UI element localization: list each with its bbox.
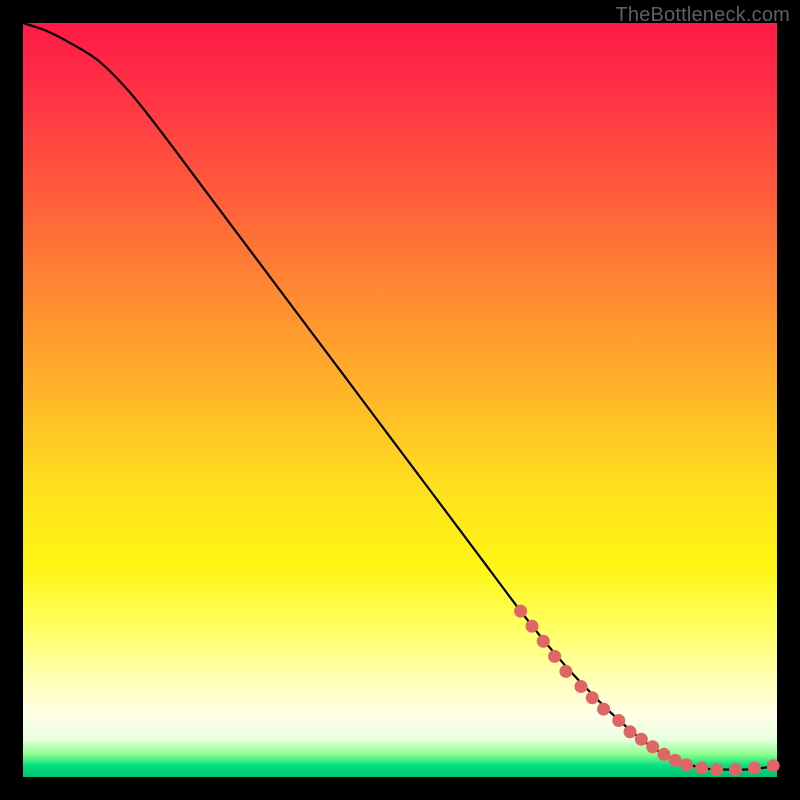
- chart-marker: [624, 725, 637, 738]
- chart-marker: [729, 763, 742, 776]
- chart-marker: [710, 763, 723, 776]
- chart-marker: [612, 714, 625, 727]
- chart-marker: [748, 762, 761, 775]
- chart-markers: [514, 605, 780, 776]
- chart-marker: [680, 758, 693, 771]
- chart-marker: [586, 691, 599, 704]
- chart-marker: [669, 754, 682, 767]
- chart-marker: [657, 748, 670, 761]
- chart-stage: TheBottleneck.com: [0, 0, 800, 800]
- chart-marker: [695, 762, 708, 775]
- chart-marker: [767, 759, 780, 772]
- chart-marker: [646, 740, 659, 753]
- chart-marker: [635, 733, 648, 746]
- chart-marker: [526, 620, 539, 633]
- chart-curve: [23, 23, 777, 770]
- chart-overlay: [23, 23, 777, 777]
- chart-marker: [514, 605, 527, 618]
- chart-marker: [559, 665, 572, 678]
- chart-marker: [597, 703, 610, 716]
- chart-marker: [537, 635, 550, 648]
- chart-marker: [548, 650, 561, 663]
- chart-marker: [575, 680, 588, 693]
